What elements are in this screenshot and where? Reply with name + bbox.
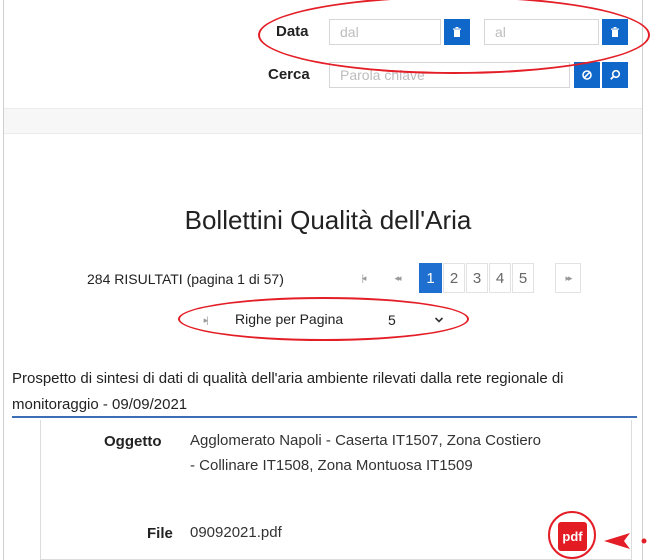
rows-per-page-select[interactable]: 5 bbox=[380, 308, 450, 332]
cancel-icon bbox=[582, 70, 592, 80]
chevron-down-icon bbox=[434, 317, 444, 323]
search-label: Cerca bbox=[268, 66, 310, 83]
page-button-2[interactable]: 2 bbox=[443, 263, 465, 293]
page-title: Bollettini Qualità dell'Aria bbox=[184, 205, 472, 235]
file-label: File bbox=[147, 525, 173, 542]
search-input[interactable] bbox=[329, 62, 570, 88]
date-from-input[interactable] bbox=[329, 19, 441, 45]
page-button-1[interactable]: 1 bbox=[419, 263, 442, 293]
annotation-arrow-icon bbox=[604, 533, 647, 549]
first-page-icon: |◂ bbox=[361, 272, 367, 283]
first-page-button[interactable]: |◂ bbox=[350, 263, 376, 293]
pdf-download-icon[interactable]: pdf bbox=[558, 522, 587, 551]
rows-per-page-label: Righe per Pagina bbox=[235, 311, 344, 327]
previous-page-icon: ◂◂ bbox=[394, 272, 401, 283]
file-value: 09092021.pdf bbox=[190, 524, 282, 541]
previous-page-button[interactable]: ◂◂ bbox=[384, 263, 410, 293]
page-button-3[interactable]: 3 bbox=[466, 263, 488, 293]
search-button[interactable] bbox=[602, 62, 628, 88]
trash-icon bbox=[611, 27, 619, 37]
trash-icon bbox=[453, 27, 461, 37]
item-title-underline bbox=[12, 416, 637, 418]
next-page-icon: ▸▸ bbox=[565, 272, 572, 283]
date-to-input[interactable] bbox=[484, 19, 599, 45]
search-reset-button[interactable] bbox=[574, 62, 600, 88]
page-button-5[interactable]: 5 bbox=[512, 263, 534, 293]
results-count: 284 RISULTATI (pagina 1 di 57) bbox=[87, 271, 284, 287]
section-divider-band bbox=[4, 108, 642, 134]
oggetto-value: Agglomerato Napoli - Caserta IT1507, Zon… bbox=[190, 432, 542, 474]
item-title[interactable]: Prospetto di sintesi di dati di qualità … bbox=[12, 366, 637, 418]
rows-nav-button[interactable]: ▸| bbox=[196, 310, 214, 330]
pdf-badge-text: pdf bbox=[562, 529, 583, 544]
page-button-4[interactable]: 4 bbox=[489, 263, 511, 293]
rows-per-page-value: 5 bbox=[388, 312, 396, 328]
date-to-clear-button[interactable] bbox=[602, 19, 628, 45]
oggetto-label: Oggetto bbox=[104, 433, 162, 450]
date-label: Data bbox=[276, 23, 309, 40]
date-from-clear-button[interactable] bbox=[444, 19, 470, 45]
next-page-button[interactable]: ▸▸ bbox=[555, 263, 581, 293]
last-page-icon: ▸| bbox=[203, 314, 209, 325]
search-icon bbox=[610, 69, 621, 80]
